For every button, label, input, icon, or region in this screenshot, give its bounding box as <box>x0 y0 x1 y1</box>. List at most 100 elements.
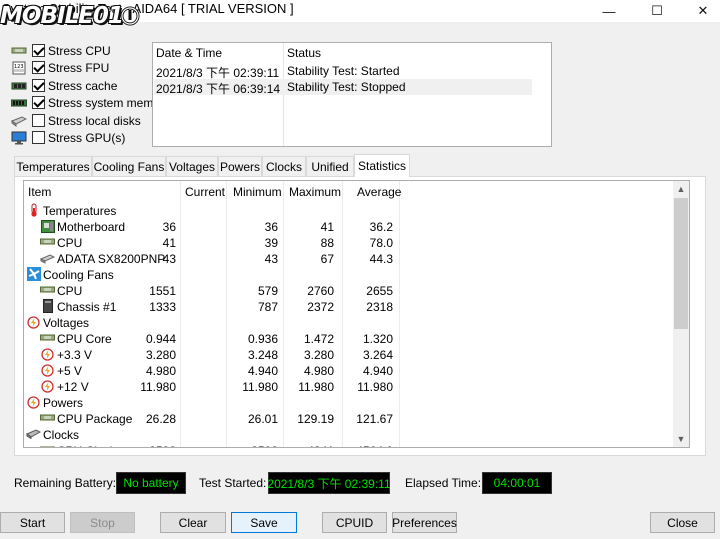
battery-value: No battery <box>116 472 186 494</box>
tab-cooling-fans[interactable]: Cooling Fans <box>92 156 166 176</box>
stress-memory-option[interactable]: Stress system memory <box>10 94 170 111</box>
cache-module-icon <box>10 79 28 93</box>
header-item[interactable]: Item <box>28 181 51 203</box>
tab-clocks[interactable]: Clocks <box>262 156 306 176</box>
stress-disks-checkbox[interactable] <box>32 114 45 127</box>
tab-powers-label: Powers <box>219 159 260 174</box>
event-log-list[interactable]: Date & Time Status 2021/8/3 下午 02:39:11 … <box>152 42 552 147</box>
tab-temperatures[interactable]: Temperatures <box>14 156 92 176</box>
tab-voltages[interactable]: Voltages <box>166 156 218 176</box>
scroll-up-arrow-icon[interactable]: ▲ <box>673 181 689 197</box>
header-maximum[interactable]: Maximum <box>289 181 341 203</box>
stress-gpu-option[interactable]: Stress GPU(s) <box>10 129 125 146</box>
stop-button[interactable]: Stop <box>70 512 135 533</box>
table-group-row[interactable]: Voltages <box>24 315 674 331</box>
log-header-status[interactable]: Status <box>287 46 321 60</box>
table-row[interactable]: Chassis #1 1333 787 2372 2318 <box>24 299 674 315</box>
row-label: CPU Core <box>57 332 112 346</box>
log-header-datetime[interactable]: Date & Time <box>156 46 222 60</box>
disk-drive-icon <box>10 114 28 128</box>
stress-disks-option[interactable]: Stress local disks <box>10 112 141 129</box>
table-group-row[interactable]: Cooling Fans <box>24 267 674 283</box>
title-bar: System Stability Test - AIDA64 [ TRIAL V… <box>0 0 720 29</box>
save-button[interactable]: Save <box>231 512 297 533</box>
table-row[interactable]: CPU 1551 579 2760 2655 <box>24 283 674 299</box>
table-group-row[interactable]: Temperatures <box>24 203 674 219</box>
test-started-value: 2021/8/3 下午 02:39:11 <box>267 472 391 494</box>
scrollbar-thumb[interactable] <box>674 198 688 329</box>
cell-minimum: 787 <box>257 300 278 314</box>
header-minimum[interactable]: Minimum <box>233 181 282 203</box>
table-group-row[interactable]: Powers <box>24 395 674 411</box>
vertical-scrollbar[interactable]: ▲ ▼ <box>673 181 689 447</box>
maximize-button[interactable]: ☐ <box>634 0 680 22</box>
cell-maximum: 1.472 <box>303 332 334 346</box>
battery-label: Remaining Battery: <box>14 476 117 490</box>
start-button[interactable]: Start <box>0 512 65 533</box>
cpuid-button[interactable]: CPUID <box>322 512 387 533</box>
cell-average: 11.980 <box>357 380 393 394</box>
stress-cache-checkbox[interactable] <box>32 79 45 92</box>
cell-maximum: 67 <box>320 252 334 266</box>
stress-fpu-option[interactable]: 123 Stress FPU <box>10 59 109 76</box>
table-row[interactable]: +5 V 4.980 4.940 4.980 4.940 <box>24 363 674 379</box>
table-row[interactable]: +3.3 V 3.280 3.248 3.280 3.264 <box>24 347 674 363</box>
cell-minimum: 0.936 <box>247 332 278 346</box>
stress-cache-option[interactable]: Stress cache <box>10 77 117 94</box>
row-label: +3.3 V <box>57 348 93 362</box>
cell-average: 3.264 <box>362 348 393 362</box>
tab-powers[interactable]: Powers <box>218 156 262 176</box>
cell-minimum: 3593 <box>251 443 278 447</box>
clear-button[interactable]: Clear <box>160 512 226 533</box>
stress-memory-checkbox[interactable] <box>32 96 45 109</box>
stress-gpu-checkbox[interactable] <box>32 131 45 144</box>
log-row-1-status[interactable]: Stability Test: Started <box>287 64 400 78</box>
motherboard-icon <box>40 219 55 233</box>
minimize-button[interactable]: — <box>586 0 632 22</box>
watermark-text: MOBILE01 <box>0 3 124 29</box>
cell-average: 2655 <box>366 284 393 298</box>
close-window-button[interactable]: ✕ <box>680 0 720 22</box>
cell-minimum: 43 <box>264 252 278 266</box>
table-row[interactable]: Motherboard 36 36 41 36.2 <box>24 219 674 235</box>
table-row[interactable]: CPU Core 0.944 0.936 1.472 1.320 <box>24 331 674 347</box>
scroll-down-arrow-icon[interactable]: ▼ <box>673 431 689 447</box>
close-button[interactable]: Close <box>650 512 715 533</box>
header-average[interactable]: Average <box>357 181 401 203</box>
stress-gpu-label: Stress GPU(s) <box>48 130 126 145</box>
table-row[interactable]: ADATA SX8200PNP 43 43 67 44.3 <box>24 251 674 267</box>
cell-maximum: 2372 <box>307 300 334 314</box>
cell-maximum: 2760 <box>307 284 334 298</box>
cell-minimum: 39 <box>264 236 278 250</box>
table-row[interactable]: CPU Clock 3593 3593 4841 4564.0 <box>24 443 674 447</box>
cell-minimum: 4.940 <box>247 364 278 378</box>
row-label: +5 V <box>57 364 83 378</box>
cell-current: 41 <box>162 236 176 250</box>
elapsed-time-value: 04:00:01 <box>482 472 552 494</box>
cell-current: 11.980 <box>140 380 176 394</box>
log-row-1-datetime[interactable]: 2021/8/3 下午 02:39:11 <box>156 64 279 81</box>
cell-current: 1551 <box>149 284 176 298</box>
cell-minimum: 11.980 <box>242 380 278 394</box>
log-row-2-datetime[interactable]: 2021/8/3 下午 06:39:14 <box>156 80 280 97</box>
maximize-icon: ☐ <box>651 3 663 18</box>
table-row[interactable]: +12 V 11.980 11.980 11.980 11.980 <box>24 379 674 395</box>
cell-average: 78.0 <box>369 236 393 250</box>
table-row[interactable]: CPU Package 26.28 26.01 129.19 121.67 <box>24 411 674 427</box>
log-row-2-status[interactable]: Stability Test: Stopped <box>287 80 406 94</box>
table-row[interactable]: CPU 41 39 88 78.0 <box>24 235 674 251</box>
stress-cpu-option[interactable]: Stress CPU <box>10 42 111 59</box>
tab-statistics[interactable]: Statistics <box>354 154 410 177</box>
preferences-button[interactable]: Preferences <box>392 512 457 533</box>
table-group-row[interactable]: Clocks <box>24 427 674 443</box>
cell-maximum: 129.19 <box>297 412 334 426</box>
header-current[interactable]: Current <box>185 181 225 203</box>
row-label: Voltages <box>43 316 90 330</box>
tab-unified[interactable]: Unified <box>306 156 354 176</box>
statistics-table[interactable]: Item Current Minimum Maximum Average Tem… <box>23 180 690 448</box>
row-label: Clocks <box>43 428 80 442</box>
close-icon: ✕ <box>697 3 709 18</box>
stress-cpu-checkbox[interactable] <box>32 44 45 57</box>
stress-fpu-checkbox[interactable] <box>32 61 45 74</box>
cell-maximum: 4.980 <box>303 364 334 378</box>
